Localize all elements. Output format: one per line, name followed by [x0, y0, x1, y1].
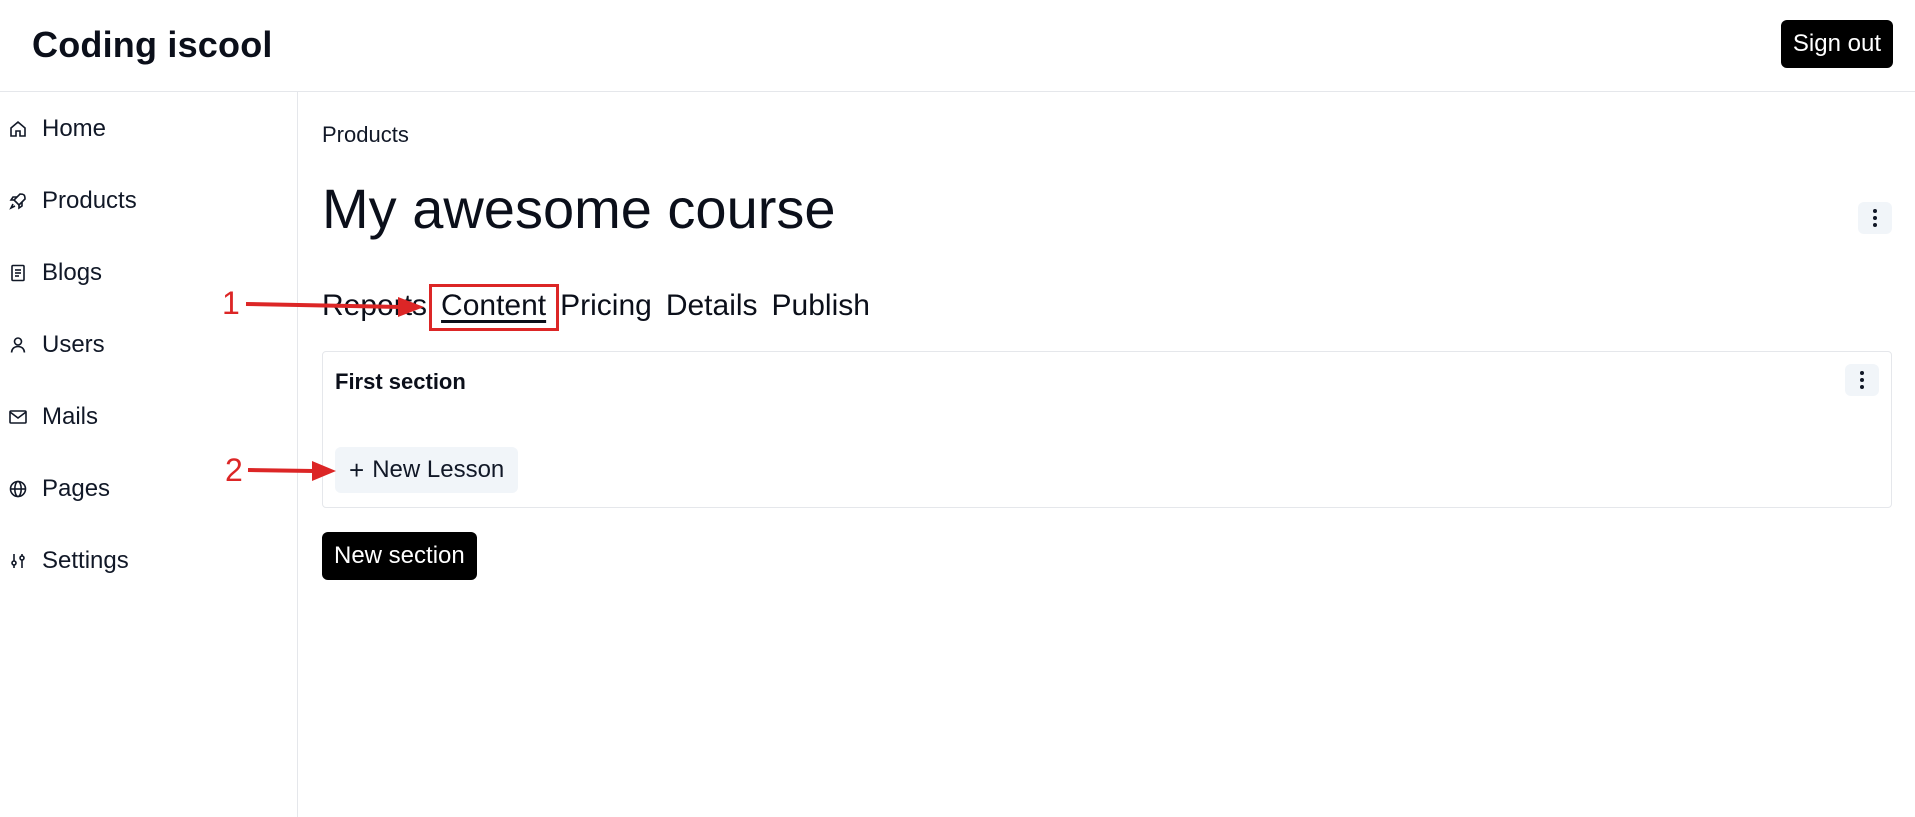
new-lesson-label: New Lesson — [372, 456, 505, 483]
sidebar-item-home[interactable]: Home — [8, 109, 278, 149]
vertical-dots-icon — [1860, 371, 1864, 389]
app-root: Coding iscool Sign out Home Products Blo… — [0, 0, 1915, 817]
rocket-icon — [8, 191, 28, 211]
user-icon — [8, 335, 28, 355]
sidebar-item-mails[interactable]: Mails — [8, 397, 278, 437]
sidebar-item-label: Pages — [42, 475, 111, 502]
brand-title: Coding iscool — [32, 24, 273, 65]
more-options-button[interactable] — [1858, 202, 1892, 234]
sidebar-item-settings[interactable]: Settings — [8, 541, 278, 581]
annotation-highlight-box — [429, 284, 559, 331]
sliders-icon — [8, 551, 28, 571]
page-title: My awesome course — [322, 177, 836, 240]
tab-reports[interactable]: Reports — [322, 289, 427, 323]
section-title: First section — [335, 369, 466, 394]
plus-icon: + — [349, 455, 365, 485]
tab-pricing[interactable]: Pricing — [560, 289, 652, 323]
section-options-button[interactable] — [1845, 364, 1879, 396]
home-icon — [8, 119, 28, 139]
sign-out-button[interactable]: Sign out — [1780, 20, 1893, 68]
sidebar-item-label: Settings — [42, 547, 129, 574]
sidebar-item-label: Mails — [42, 403, 99, 430]
annotation-step-1: 1 — [222, 285, 240, 321]
sidebar-item-label: Products — [42, 187, 137, 214]
globe-icon — [8, 479, 28, 499]
sidebar-item-label: Home — [42, 115, 107, 142]
mail-icon — [8, 407, 28, 427]
annotation-step-2: 2 — [225, 452, 243, 488]
sidebar-item-users[interactable]: Users — [8, 325, 278, 365]
top-bar: Coding iscool Sign out — [0, 0, 1915, 92]
sidebar: Home Products Blogs Users Mails Pages Se… — [0, 92, 298, 817]
tab-details[interactable]: Details — [666, 289, 758, 323]
vertical-dots-icon — [1873, 209, 1877, 227]
document-icon — [8, 263, 28, 283]
sidebar-item-label: Blogs — [42, 259, 103, 286]
course-tabs: Reports Content Pricing Details Publish — [322, 286, 870, 326]
new-lesson-button[interactable]: + New Lesson — [335, 447, 519, 493]
tab-publish[interactable]: Publish — [772, 289, 870, 323]
section-card: First section + New Lesson — [322, 351, 1892, 508]
new-section-button[interactable]: New section — [322, 532, 477, 580]
sidebar-item-products[interactable]: Products — [8, 181, 278, 221]
sidebar-item-label: Users — [42, 331, 105, 358]
breadcrumb[interactable]: Products — [322, 122, 409, 148]
